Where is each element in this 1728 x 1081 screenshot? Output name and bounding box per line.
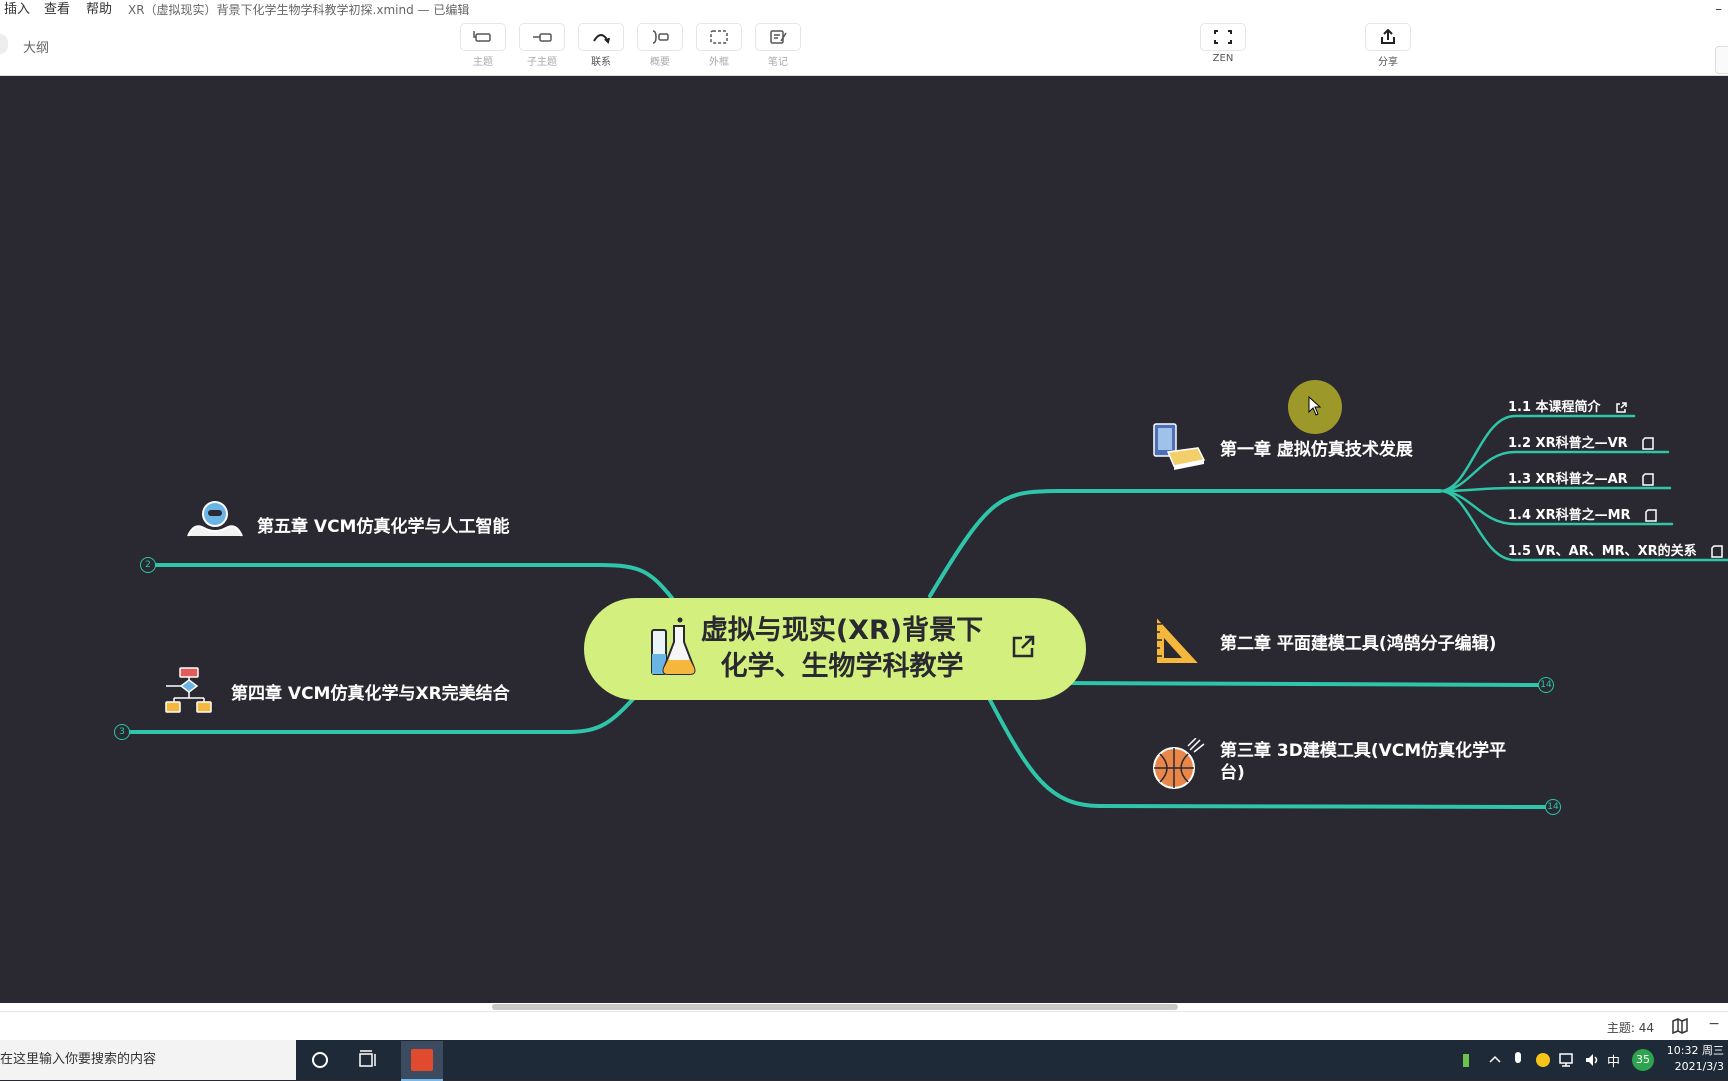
collapsed-count-badge[interactable]: 14 bbox=[1538, 677, 1554, 693]
note-icon bbox=[770, 30, 787, 44]
mouse-cursor-icon bbox=[1308, 396, 1322, 416]
volume-icon[interactable] bbox=[1584, 1052, 1600, 1068]
chapter-3-topic[interactable]: 第三章 3D建模工具(VCM仿真化学平台) bbox=[1220, 740, 1520, 784]
subtopic-1-5-label: 1.5 VR、AR、MR、XR的关系 bbox=[1508, 544, 1697, 559]
menu-insert[interactable]: 插入 bbox=[4, 0, 30, 20]
relationship-label: 联系 bbox=[591, 57, 611, 68]
chapter-4-topic[interactable]: 第四章 VCM仿真化学与XR完美结合 bbox=[231, 679, 510, 704]
flask-icon bbox=[651, 617, 696, 675]
boundary-button[interactable]: 外框 bbox=[695, 24, 743, 68]
subtopic-1-3[interactable]: 1.3 XR科普之—AR bbox=[1508, 468, 1654, 487]
cortana-icon[interactable] bbox=[308, 1048, 332, 1072]
clock-time: 10:32 周三 bbox=[1666, 1044, 1724, 1057]
horizontal-scrollbar[interactable] bbox=[0, 1003, 1728, 1011]
relationship-button[interactable]: 联系 bbox=[577, 24, 625, 68]
menu-help[interactable]: 帮助 bbox=[86, 0, 112, 20]
chevron-up-icon[interactable] bbox=[1489, 1054, 1501, 1064]
menu-view[interactable]: 查看 bbox=[44, 0, 70, 20]
zoom-out-button[interactable]: − bbox=[1708, 1016, 1720, 1032]
subtopic-1-2[interactable]: 1.2 XR科普之—VR bbox=[1508, 432, 1654, 451]
share-icon bbox=[1381, 29, 1395, 44]
share-button[interactable]: 分享 bbox=[1364, 24, 1412, 68]
notification-badge[interactable]: 35 bbox=[1632, 1049, 1654, 1071]
map-icon[interactable] bbox=[1672, 1018, 1688, 1034]
central-topic-title: 虚拟与现实(XR)背景下化学、生物学科教学 bbox=[700, 615, 984, 682]
subtopic-button[interactable]: 子主题 bbox=[518, 24, 566, 68]
basketball-icon bbox=[1153, 738, 1205, 789]
zen-button[interactable]: ZEN bbox=[1199, 24, 1247, 64]
subtopic-1-3-label: 1.3 XR科普之—AR bbox=[1508, 472, 1628, 487]
topic-button[interactable]: 主题 bbox=[459, 24, 507, 68]
clock-date: 2021/3/3 bbox=[1674, 1060, 1724, 1073]
note-icon[interactable] bbox=[1711, 545, 1723, 558]
chapter-2-topic[interactable]: 第二章 平面建模工具(鸿鹄分子编辑) bbox=[1220, 629, 1496, 654]
chapter-5-topic[interactable]: 第五章 VCM仿真化学与人工智能 bbox=[257, 512, 509, 537]
branch-line-ch1 bbox=[928, 489, 1442, 598]
note-icon[interactable] bbox=[1645, 509, 1657, 522]
note-label: 笔记 bbox=[768, 57, 788, 68]
book-icon bbox=[1153, 423, 1206, 470]
status-bar: 主题: 44 − bbox=[0, 1011, 1728, 1040]
summary-button[interactable]: 概要 bbox=[636, 24, 684, 68]
subtopic-label: 子主题 bbox=[527, 57, 557, 68]
collapsed-count-badge[interactable]: 14 bbox=[1545, 799, 1561, 815]
subtopic-1-4[interactable]: 1.4 XR科普之—MR bbox=[1508, 504, 1657, 523]
flowchart-icon bbox=[165, 667, 212, 713]
document-title: XR（虚拟现实）背景下化学生物学科教学初探.xmind — 已编辑 bbox=[128, 3, 470, 17]
fullscreen-icon bbox=[1214, 30, 1232, 44]
central-topic[interactable]: 虚拟与现实(XR)背景下化学、生物学科教学 bbox=[584, 598, 1086, 700]
summary-icon bbox=[652, 30, 669, 44]
toolbar: 大纲 主题 子主题 联系 概要 外框 笔记 ZEN 分享 bbox=[0, 20, 1728, 76]
windows-taskbar: 在这里输入你要搜索的内容 中 35 10:32 周三 2021/3/3 bbox=[0, 1040, 1728, 1081]
boundary-icon bbox=[710, 30, 728, 44]
menu-bar: 插入 查看 帮助 XR（虚拟现实）背景下化学生物学科教学初探.xmind — 已… bbox=[0, 0, 1728, 20]
topic-icon bbox=[473, 31, 491, 42]
battery-icon[interactable] bbox=[1461, 1052, 1471, 1068]
robot-icon bbox=[187, 501, 243, 537]
system-clock[interactable]: 10:32 周三 2021/3/3 bbox=[1667, 1043, 1724, 1075]
note-button[interactable]: 笔记 bbox=[754, 24, 802, 68]
external-link-icon[interactable] bbox=[1010, 634, 1036, 660]
note-icon[interactable] bbox=[1642, 437, 1654, 450]
triangle-ruler-icon bbox=[1155, 613, 1203, 665]
collapsed-count-badge[interactable]: 3 bbox=[114, 724, 130, 740]
app-tray-icon[interactable] bbox=[1535, 1052, 1551, 1068]
external-link-icon[interactable] bbox=[1615, 401, 1627, 414]
ime-indicator[interactable]: 中 bbox=[1607, 1051, 1620, 1070]
task-view-icon[interactable] bbox=[356, 1048, 380, 1072]
branch-lines bbox=[120, 414, 1728, 809]
branch-line-ch2 bbox=[1058, 681, 1540, 687]
share-label: 分享 bbox=[1378, 57, 1398, 68]
outline-label[interactable]: 大纲 bbox=[23, 37, 49, 56]
subtopic-1-5[interactable]: 1.5 VR、AR、MR、XR的关系 bbox=[1508, 540, 1723, 559]
zen-label: ZEN bbox=[1212, 53, 1234, 64]
scrollbar-thumb[interactable] bbox=[492, 1004, 1178, 1010]
mindmap-canvas[interactable]: 虚拟与现实(XR)背景下化学、生物学科教学 第一章 虚拟仿真技术发展 1.1 本… bbox=[0, 76, 1728, 1003]
note-icon[interactable] bbox=[1642, 473, 1654, 486]
panel-toggle-button[interactable] bbox=[1715, 46, 1728, 74]
branch-line-ch5 bbox=[147, 563, 674, 600]
collapsed-count-badge[interactable]: 2 bbox=[140, 557, 156, 573]
chapter-1-topic[interactable]: 第一章 虚拟仿真技术发展 bbox=[1220, 435, 1413, 460]
minimize-button[interactable]: – bbox=[1716, 0, 1723, 20]
topic-count: 主题: 44 bbox=[1606, 1021, 1654, 1035]
subtopic-1-1-label: 1.1 本课程简介 bbox=[1508, 400, 1601, 415]
branch-line-sub-3 bbox=[1438, 486, 1672, 493]
relationship-icon bbox=[593, 34, 610, 44]
taskbar-search-input[interactable]: 在这里输入你要搜索的内容 bbox=[0, 1040, 296, 1080]
xmind-app-button[interactable] bbox=[401, 1041, 443, 1081]
summary-label: 概要 bbox=[650, 57, 670, 68]
subtopic-1-4-label: 1.4 XR科普之—MR bbox=[1508, 508, 1631, 523]
network-icon[interactable] bbox=[1558, 1052, 1576, 1068]
topic-label: 主题 bbox=[473, 57, 493, 68]
boundary-label: 外框 bbox=[709, 57, 729, 68]
subtopic-1-1[interactable]: 1.1 本课程简介 bbox=[1508, 396, 1627, 415]
subtopic-icon bbox=[533, 33, 552, 42]
microphone-icon[interactable] bbox=[1512, 1051, 1524, 1069]
xmind-icon bbox=[411, 1049, 433, 1071]
subtopic-1-2-label: 1.2 XR科普之—VR bbox=[1508, 436, 1628, 451]
outline-toggle[interactable] bbox=[0, 34, 8, 54]
